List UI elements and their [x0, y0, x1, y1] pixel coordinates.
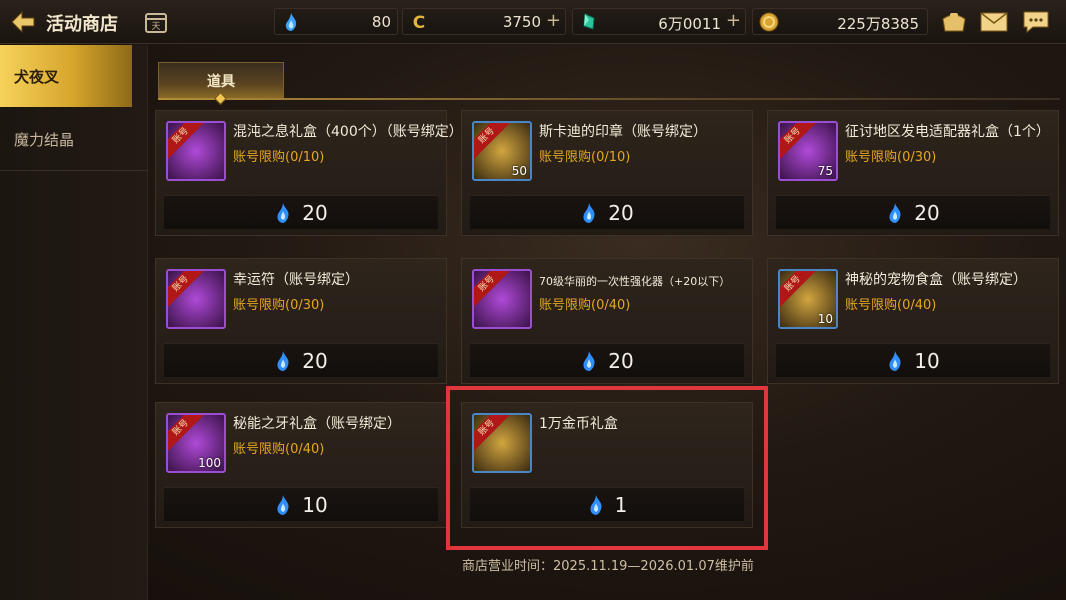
blue-flame-icon [889, 350, 901, 371]
svg-text:C: C [413, 13, 425, 32]
currency-value: 3750 [502, 13, 541, 31]
sidebar-item-inuyasha[interactable]: 犬夜叉 [0, 45, 132, 107]
bag-icon[interactable] [938, 8, 970, 36]
add-ccoin-button[interactable]: + [546, 10, 561, 31]
back-button[interactable] [8, 8, 38, 36]
currency-value: 225万8385 [837, 15, 919, 33]
item-name: 秘能之牙礼盒（账号绑定） [233, 416, 401, 432]
shop-item-card[interactable]: 账号 10 神秘的宠物食盒（账号绑定） 账号限购(0/40) 10 [767, 258, 1059, 384]
buy-button[interactable]: 10 [776, 343, 1050, 377]
power-adapter-box-icon: 账号 75 [778, 121, 838, 181]
blue-flame-icon [277, 202, 289, 223]
chat-icon[interactable] [1020, 8, 1052, 36]
page-title: 活动商店 [46, 14, 118, 35]
item-name: 征讨地区发电适配器礼盒（1个） [845, 124, 1050, 140]
back-arrow-icon [11, 10, 35, 34]
blue-flame-icon [277, 494, 289, 515]
item-name: 70级华丽的一次性强化器（+20以下） [539, 275, 731, 288]
buy-button[interactable]: 20 [164, 343, 438, 377]
currency-flame: 80 [274, 8, 398, 35]
fang-box-icon: 账号 100 [166, 413, 226, 473]
purchase-limit: 账号限购(0/30) [845, 150, 937, 165]
item-quantity: 50 [511, 164, 527, 178]
purchase-limit: 账号限购(0/10) [233, 150, 325, 165]
item-name: 神秘的宠物食盒（账号绑定） [845, 272, 1027, 288]
purchase-limit: 账号限购(0/10) [539, 150, 631, 165]
shop-item-card[interactable]: 账号 100 秘能之牙礼盒（账号绑定） 账号限购(0/40) 10 [155, 402, 447, 528]
chaos-breath-box-icon: 账号 [166, 121, 226, 181]
item-quantity: 100 [198, 456, 221, 470]
item-price: 20 [608, 200, 634, 225]
enhancer-icon: 账号 [472, 269, 532, 329]
buy-button[interactable]: 10 [164, 487, 438, 521]
buy-button[interactable]: 20 [164, 195, 438, 229]
item-price: 20 [914, 200, 940, 225]
tab-label: 道具 [207, 73, 235, 90]
sidebar-item-label: 魔力结晶 [14, 131, 75, 149]
add-crystal-button[interactable]: + [726, 10, 741, 31]
item-name: 幸运符（账号绑定） [233, 272, 359, 288]
sidebar-item-magic-crystal[interactable]: 魔力结晶 [0, 109, 148, 171]
currency-ccoin: C 3750 + [402, 8, 566, 35]
sidebar-item-label: 犬夜叉 [14, 67, 60, 86]
shop-item-card[interactable]: 账号 50 斯卡迪的印章（账号绑定） 账号限购(0/10) 20 [461, 110, 753, 236]
blue-flame-icon [889, 202, 901, 223]
blue-flame-icon [277, 350, 289, 371]
buy-button[interactable]: 20 [470, 195, 744, 229]
purchase-limit: 账号限购(0/30) [233, 298, 325, 313]
sidebar: 犬夜叉 魔力结晶 [0, 45, 148, 600]
currency-crystal: 6万0011 + [572, 8, 746, 35]
item-price: 10 [302, 492, 328, 517]
account-badge: 账号 [168, 415, 204, 451]
item-price: 20 [302, 348, 328, 373]
account-badge: 账号 [474, 271, 510, 307]
calendar-icon[interactable]: 天 [144, 10, 168, 34]
account-badge: 账号 [780, 271, 816, 307]
blue-flame-icon [583, 350, 595, 371]
pet-food-box-icon: 账号 10 [778, 269, 838, 329]
shop-item-card[interactable]: 账号 混沌之息礼盒（400个）（账号绑定） 账号限购(0/10) 20 [155, 110, 463, 236]
lucky-charm-icon: 账号 [166, 269, 226, 329]
tab-divider [158, 98, 1060, 100]
mail-icon[interactable] [978, 8, 1010, 36]
item-name: 斯卡迪的印章（账号绑定） [539, 124, 707, 140]
green-crystal-icon [583, 13, 595, 30]
shop-item-card[interactable]: 账号 幸运符（账号绑定） 账号限购(0/30) 20 [155, 258, 447, 384]
item-price: 10 [914, 348, 940, 373]
item-price: 20 [302, 200, 328, 225]
buy-button[interactable]: 20 [470, 343, 744, 377]
highlight-box [446, 386, 768, 550]
account-badge: 账号 [168, 123, 204, 159]
item-quantity: 75 [817, 164, 833, 178]
purchase-limit: 账号限购(0/40) [845, 298, 937, 313]
item-quantity: 10 [817, 312, 833, 326]
blue-flame-icon [583, 202, 595, 223]
buy-button[interactable]: 20 [776, 195, 1050, 229]
item-name: 混沌之息礼盒（400个）（账号绑定） [233, 124, 463, 140]
item-price: 20 [608, 348, 634, 373]
account-badge: 账号 [474, 123, 510, 159]
shop-item-card[interactable]: 账号 75 征讨地区发电适配器礼盒（1个） 账号限购(0/30) 20 [767, 110, 1059, 236]
account-badge: 账号 [168, 271, 204, 307]
svg-text:天: 天 [151, 22, 160, 32]
purchase-limit: 账号限购(0/40) [233, 442, 325, 457]
account-badge: 账号 [780, 123, 816, 159]
currency-value: 6万0011 [658, 15, 721, 33]
top-bar: 活动商店 天 80 C 3750 + 6万0011 + 225万8385 [0, 0, 1066, 44]
gold-c-coin-icon: C [413, 13, 425, 32]
shop-hours-text: 商店营业时间：2025.11.19—2026.01.07维护前 [462, 559, 754, 574]
purchase-limit: 账号限购(0/40) [539, 298, 631, 313]
gold-coin-icon [759, 12, 779, 32]
currency-gold: 225万8385 [752, 8, 928, 35]
blue-flame-icon [285, 13, 297, 31]
currency-value: 80 [371, 13, 391, 31]
shop-item-card[interactable]: 账号 70级华丽的一次性强化器（+20以下） 账号限购(0/40) 20 [461, 258, 753, 384]
skadi-seal-icon: 账号 50 [472, 121, 532, 181]
